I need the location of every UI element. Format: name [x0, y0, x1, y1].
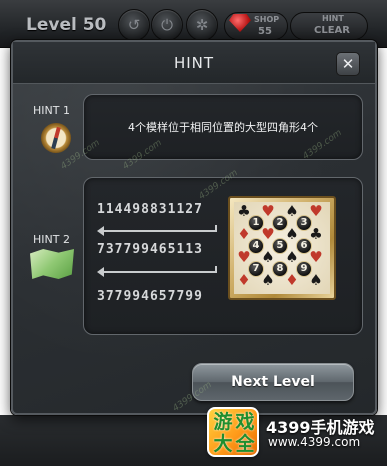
- settings-icon[interactable]: ✲: [186, 9, 218, 41]
- logo-char: 游: [213, 411, 233, 433]
- hint1-label: HINT 1: [33, 104, 70, 117]
- puzzle-board: ♣ ♥ ♠ ♥ ♦ ♥ ♠ ♣ ♥ ♠ ♠ ♥ ♦ ♠ ♦ ♠ 1 2 3 4 5 6 7 8 9: [228, 196, 336, 300]
- logo-char: 大: [213, 433, 233, 455]
- arrow-1-icon: [97, 225, 217, 236]
- arrow-2-icon: [97, 266, 217, 277]
- power-icon[interactable]: ⏻: [151, 9, 183, 41]
- shop-count: 55: [258, 26, 272, 37]
- compass-icon: [36, 118, 76, 158]
- undo-icon[interactable]: ↺: [118, 9, 150, 41]
- dialog-header: HINT ✕: [13, 42, 375, 84]
- close-button[interactable]: ✕: [336, 52, 360, 76]
- clear-button-label: CLEAR: [314, 25, 350, 36]
- board-node: 3: [296, 215, 312, 231]
- hint1-text: 4个模样位于相同位置的大型四角形4个: [128, 121, 318, 134]
- board-node: 7: [248, 261, 264, 277]
- board-grid: ♣ ♥ ♠ ♥ ♦ ♥ ♠ ♣ ♥ ♠ ♠ ♥ ♦ ♠ ♦ ♠ 1 2 3 4 5 6 7 8 9: [234, 202, 330, 294]
- logo-char: 戏: [235, 411, 255, 433]
- sequence-3: 377994657799: [97, 289, 203, 304]
- next-level-button[interactable]: Next Level: [192, 363, 354, 401]
- logo-char: 全: [235, 433, 255, 455]
- map-icon: [30, 249, 74, 279]
- board-node: 5: [272, 238, 288, 254]
- shop-label: SHOP: [254, 15, 280, 24]
- dialog-title: HINT: [173, 54, 215, 72]
- board-node: 4: [248, 238, 264, 254]
- board-node: 9: [296, 261, 312, 277]
- hint2-label: HINT 2: [33, 233, 70, 246]
- sequence-2: 737799465113: [97, 242, 203, 257]
- board-node: 2: [272, 215, 288, 231]
- level-indicator: Level 50: [26, 15, 107, 35]
- board-node: 6: [296, 238, 312, 254]
- watermark-url: www.4399.com: [268, 435, 361, 449]
- hint-button-label: HINT: [322, 14, 344, 23]
- sequence-1: 114498831127: [97, 202, 203, 217]
- board-node: 8: [272, 261, 288, 277]
- board-node: 1: [248, 215, 264, 231]
- site-logo: 游 戏 大 全: [207, 407, 259, 457]
